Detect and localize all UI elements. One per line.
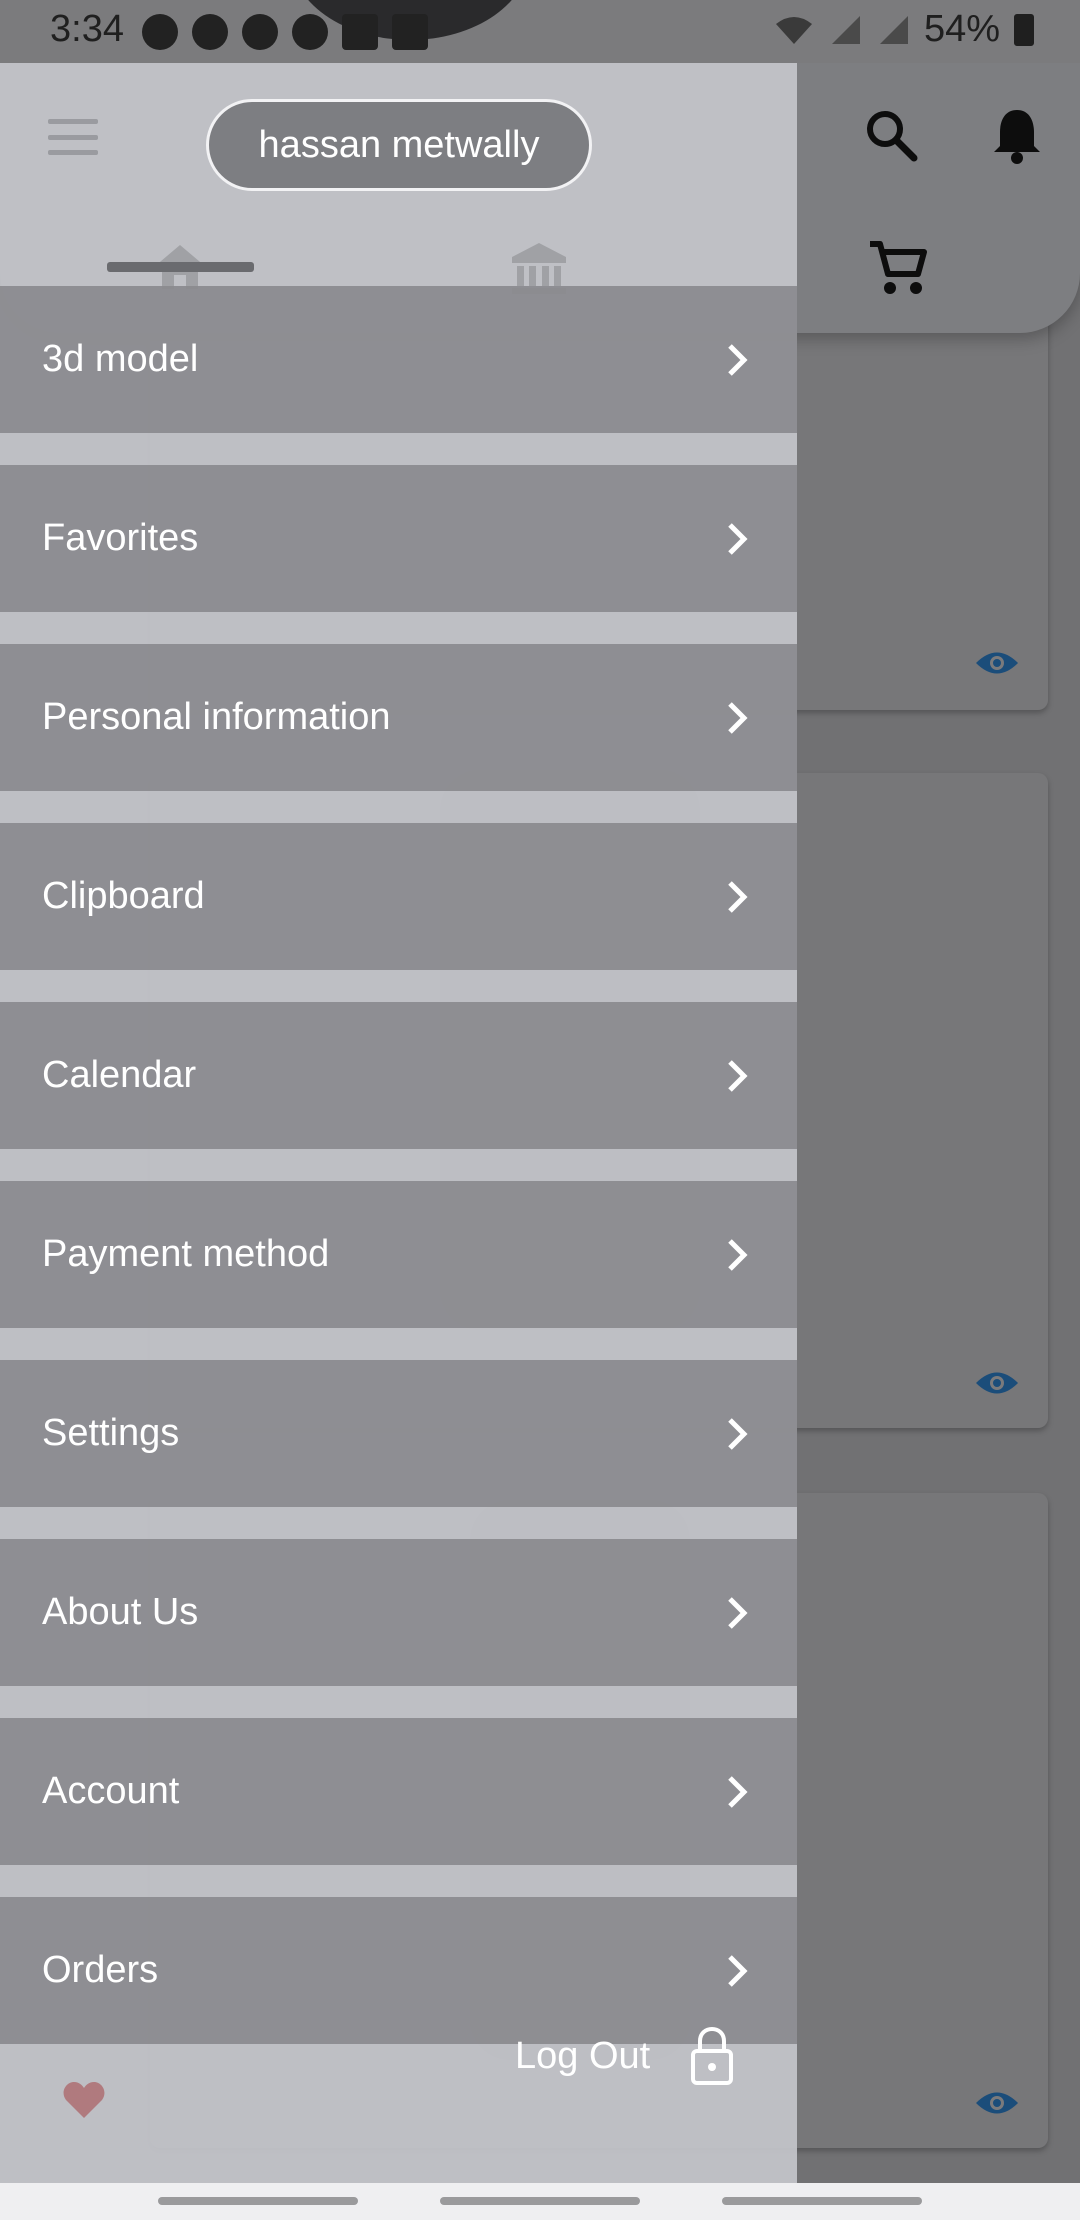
messenger-icon [292,14,328,50]
translate-icon [342,14,378,50]
logout-label: Log Out [515,2034,651,2077]
facebook-icon [142,14,178,50]
battery-icon [1014,13,1034,46]
pinterest-icon [192,14,228,50]
chevron-right-icon [728,1238,748,1271]
lock-icon [691,2027,734,2085]
chevron-right-icon [728,1596,748,1629]
battery-percent: 54% [923,8,1000,50]
active-tab-indicator [107,262,254,272]
nav-home-gesture[interactable] [440,2197,640,2205]
menu-item-settings[interactable]: Settings [0,1360,797,1507]
menu-item-label: Clipboard [42,875,205,917]
menu-item-label: Favorites [42,517,199,559]
menu-item-label: Settings [42,1412,180,1454]
menu-item-label: About Us [42,1591,199,1633]
logout-button[interactable]: Log Out [515,2023,755,2089]
bell-icon[interactable] [990,106,1044,164]
menu-item-orders[interactable]: Orders [0,1897,797,2044]
cart-icon[interactable] [868,240,928,296]
app-screen: 3:34 54% hassan metwally 3d model Favori… [0,0,1080,2220]
nav-recents-gesture[interactable] [722,2197,922,2205]
menu-item-label: Calendar [42,1054,197,1096]
eye-icon[interactable] [974,648,1020,678]
heart-icon[interactable] [62,2080,106,2120]
chevron-right-icon [728,1059,748,1092]
signal-icon [879,15,908,44]
nav-back-gesture[interactable] [158,2197,358,2205]
menu-item-label: Account [42,1770,180,1812]
menu-item-label: Payment method [42,1233,330,1275]
chevron-right-icon [728,880,748,913]
navigation-drawer: hassan metwally 3d model Favorites Perso… [0,63,797,2183]
menu-item-clipboard[interactable]: Clipboard [0,823,797,970]
wifi-icon [775,16,812,44]
facebook-icon [242,14,278,50]
menu-icon[interactable] [48,119,98,155]
chevron-right-icon [728,1954,748,1987]
notification-icons [142,14,428,50]
menu-item-about-us[interactable]: About Us [0,1539,797,1686]
user-name-badge[interactable]: hassan metwally [206,99,592,191]
drawer-header: hassan metwally [0,63,797,294]
drawer-menu: 3d model Favorites Personal information … [0,286,797,2076]
eye-icon[interactable] [974,2088,1020,2118]
status-bar: 3:34 54% [0,0,1080,63]
menu-item-calendar[interactable]: Calendar [0,1002,797,1149]
chevron-right-icon [728,1775,748,1808]
chevron-right-icon [728,1417,748,1450]
menu-item-favorites[interactable]: Favorites [0,465,797,612]
menu-item-label: Orders [42,1949,159,1991]
system-navigation-bar [0,2183,1080,2220]
menu-item-label: 3d model [42,338,199,380]
search-icon[interactable] [864,108,918,162]
signal-icon [831,15,860,44]
menu-item-personal-information[interactable]: Personal information [0,644,797,791]
menu-item-label: Personal information [42,696,391,738]
menu-item-account[interactable]: Account [0,1718,797,1865]
gallery-icon [392,14,428,50]
eye-icon[interactable] [974,1368,1020,1398]
chevron-right-icon [728,522,748,555]
status-time: 3:34 [50,8,124,50]
chevron-right-icon [728,701,748,734]
menu-item-3d-model[interactable]: 3d model [0,286,797,433]
chevron-right-icon [728,343,748,376]
menu-item-payment-method[interactable]: Payment method [0,1181,797,1328]
system-icons: 54% [774,8,1034,51]
